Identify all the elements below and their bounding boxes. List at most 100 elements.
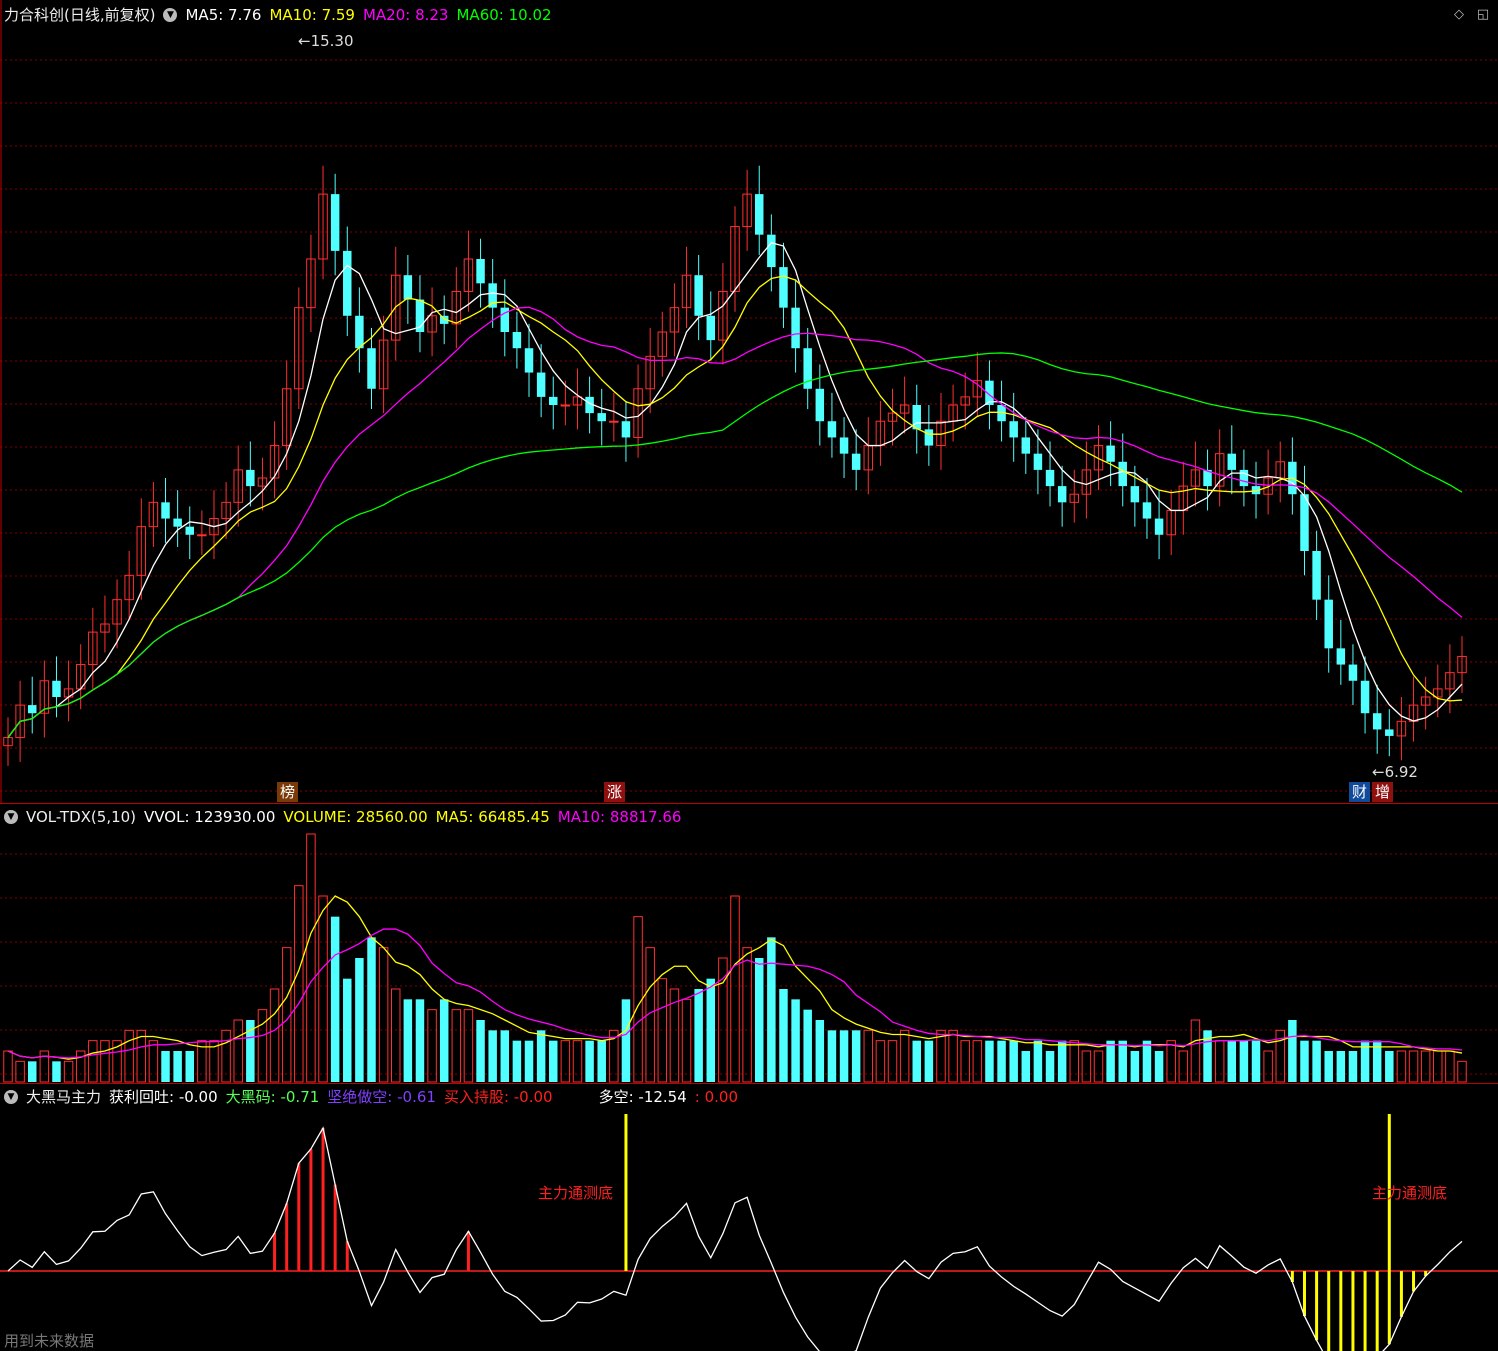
volume-bar — [1420, 1050, 1431, 1083]
volume-bar — [1045, 1051, 1055, 1082]
volume-bar — [585, 1040, 594, 1082]
volume-bar — [718, 957, 728, 1083]
volume-bar — [1227, 1040, 1237, 1082]
candle-body — [512, 332, 522, 349]
volume-bar — [451, 1009, 462, 1083]
candle-body — [185, 526, 194, 535]
volume-bar — [294, 885, 304, 1083]
candle-body — [1154, 518, 1164, 535]
volume-bar — [960, 1040, 970, 1083]
candle-body — [1312, 551, 1321, 600]
volume-bar — [15, 1060, 25, 1083]
high-price-label: ←15.30 — [298, 32, 354, 50]
volume-bar — [1239, 1040, 1249, 1082]
volume-chart — [0, 833, 1498, 1083]
volume-bar — [1166, 1040, 1176, 1083]
volume-bar — [524, 1040, 534, 1082]
volume-bar — [1312, 1040, 1321, 1082]
volume-bar — [681, 998, 692, 1083]
volume-bar — [767, 937, 776, 1082]
volume-bar — [1251, 1040, 1261, 1082]
volume-bar — [427, 1009, 437, 1083]
volume-bar — [390, 988, 401, 1083]
volume-bar — [3, 1050, 13, 1083]
candle-body — [1057, 486, 1067, 503]
price-panel[interactable]: 力合科创(日线,前复权) ▼ MA5: 7.76 MA10: 7.59 MA20… — [0, 0, 1498, 803]
candle-body — [27, 705, 37, 714]
candle-body — [52, 680, 61, 697]
volume-bar — [512, 1040, 522, 1082]
candle-body — [1385, 729, 1394, 736]
volume-bar — [572, 1040, 583, 1083]
volume-bar — [378, 947, 389, 1083]
candle-body — [1033, 453, 1043, 470]
candle-body — [560, 404, 571, 407]
candle-body — [330, 194, 340, 251]
candle-body — [779, 267, 788, 308]
volume-bar — [1033, 1040, 1043, 1082]
volume-bar — [463, 1009, 474, 1083]
volume-bar — [330, 916, 340, 1082]
volume-bar — [1300, 1040, 1309, 1082]
candle-body — [524, 348, 534, 373]
volume-bar — [269, 988, 280, 1083]
volume-bar — [887, 1040, 898, 1083]
volume-bar — [633, 916, 643, 1083]
candle-body — [791, 307, 800, 349]
volume-bar — [161, 1051, 170, 1082]
indicator-panel[interactable]: ▼ 大黑马主力 获利回吐: -0.00 大黑码: -0.71 坚绝做空: -0.… — [0, 1083, 1498, 1351]
volume-bar — [815, 1020, 825, 1082]
volume-bar — [1396, 1050, 1407, 1083]
volume-panel[interactable]: ▼ VOL-TDX(5,10) VVOL: 123930.00 VOLUME: … — [0, 803, 1498, 1084]
candle-body — [1372, 713, 1382, 730]
volume-bar — [476, 1020, 485, 1082]
tag-zeng[interactable]: 增 — [1372, 782, 1394, 802]
candle-body — [912, 405, 921, 430]
candle-body — [924, 429, 934, 446]
volume-bar — [875, 1040, 886, 1083]
candle-body — [815, 388, 825, 422]
volume-bar — [1142, 1040, 1152, 1082]
candle-body — [1300, 494, 1309, 551]
volume-bar — [439, 999, 449, 1082]
volume-bar — [1021, 1051, 1031, 1082]
candle-body — [173, 518, 182, 527]
candle-body — [246, 469, 255, 487]
volume-bar — [1385, 1051, 1394, 1082]
volume-bar — [27, 1061, 37, 1082]
volume-bar — [1408, 1050, 1419, 1083]
volume-bar — [185, 1051, 194, 1082]
volume-bar — [621, 999, 631, 1082]
volume-bar — [1118, 1040, 1127, 1082]
volume-bar — [1093, 1050, 1104, 1083]
candle-body — [367, 348, 376, 389]
candle-body — [754, 194, 764, 235]
volume-bar — [912, 1040, 921, 1082]
price-chart — [0, 0, 1498, 803]
volume-bar — [1178, 1050, 1189, 1083]
volume-bar — [173, 1051, 182, 1082]
volume-bar — [706, 978, 716, 1082]
duokong-line — [7, 1126, 1463, 1351]
tag-bang[interactable]: 榜 — [277, 782, 299, 802]
volume-bar — [694, 989, 703, 1082]
candle-body — [1106, 445, 1115, 462]
candle-body — [609, 420, 619, 423]
tag-cai[interactable]: 财 — [1349, 782, 1371, 802]
volume-bar — [148, 1040, 159, 1083]
candle-body — [343, 250, 352, 316]
volume-bar — [306, 833, 316, 1083]
candle-body — [1045, 469, 1055, 487]
candle-body — [161, 502, 170, 519]
volume-bar — [1445, 1050, 1455, 1083]
volume-bar — [100, 1040, 110, 1083]
volume-bar — [343, 978, 352, 1082]
candle-body — [476, 259, 485, 284]
candle-body — [1009, 421, 1018, 438]
candle-body — [839, 437, 849, 454]
low-price-label: ←6.92 — [1372, 763, 1418, 781]
volume-bar — [779, 989, 788, 1082]
footer-note: 用到未来数据 — [4, 1332, 95, 1350]
candle-body — [827, 421, 837, 438]
tag-zhang[interactable]: 涨 — [604, 782, 626, 802]
